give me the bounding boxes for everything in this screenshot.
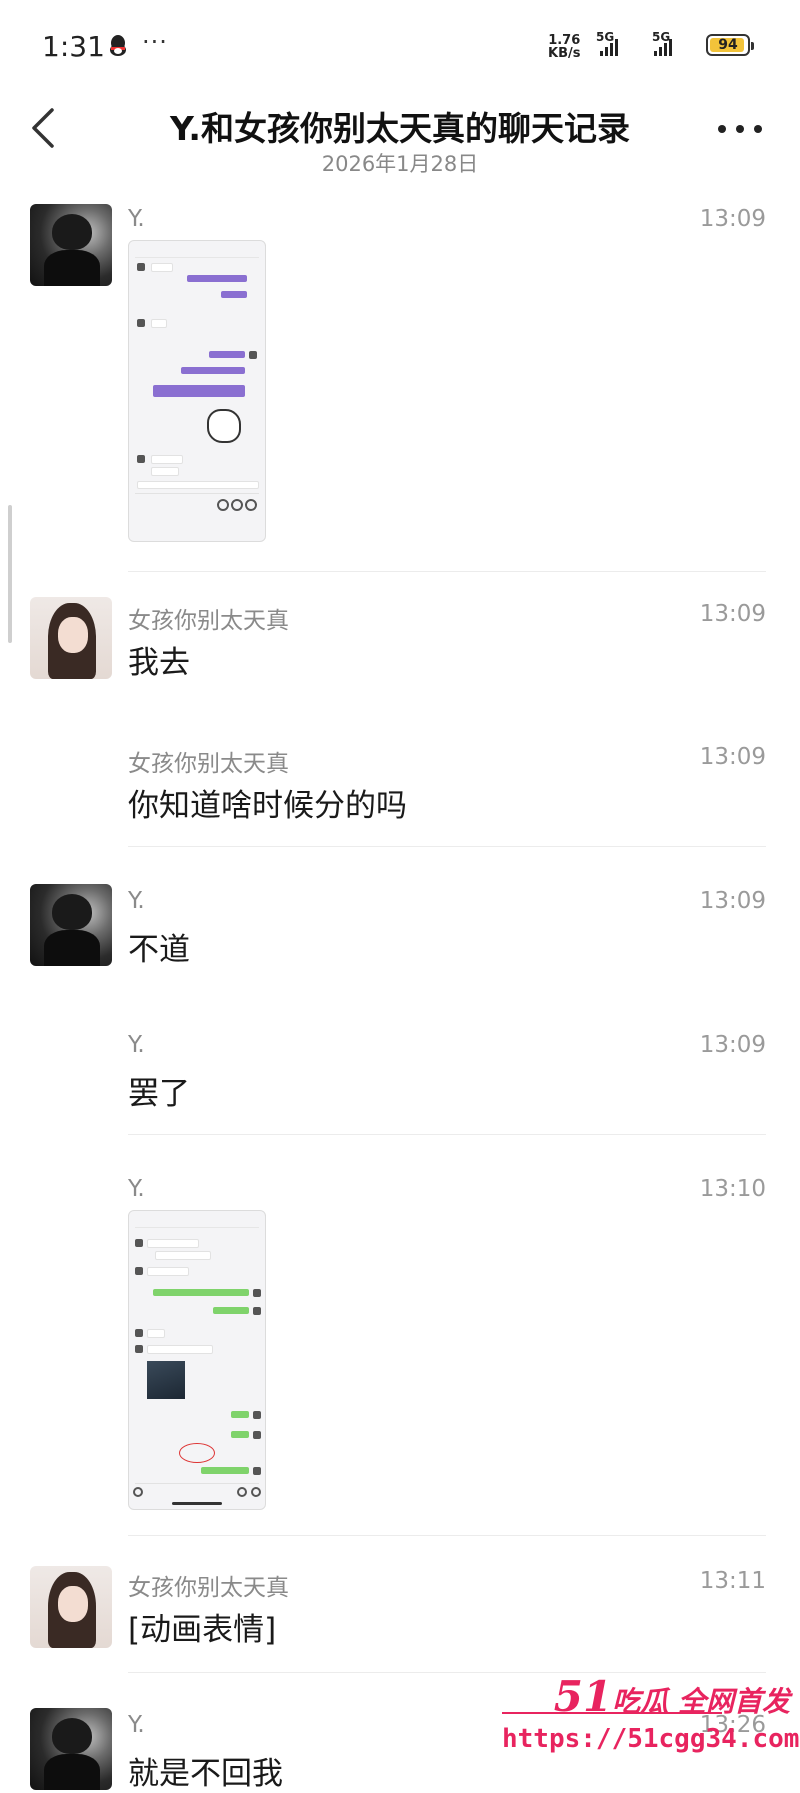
page-title: Y.和女孩你别太天真的聊天记录 xyxy=(170,109,630,148)
message-time: 13:09 xyxy=(699,1032,766,1058)
message-time: 13:10 xyxy=(699,1176,766,1202)
divider xyxy=(128,571,766,572)
divider xyxy=(128,1134,766,1135)
sender-name: Y. xyxy=(128,1032,145,1058)
avatar[interactable] xyxy=(30,597,112,679)
avatar[interactable] xyxy=(30,884,112,966)
signal-icon xyxy=(600,38,618,56)
status-bar: 1:31 ··· 1.76 KB/s 5G 5G 94 xyxy=(0,0,800,96)
message-text: 罢了 xyxy=(128,1076,190,1112)
message-time: 13:09 xyxy=(699,888,766,914)
net-speed-unit: KB/s xyxy=(548,46,581,61)
watermark-url: https://51cgg34.com xyxy=(502,1724,800,1754)
status-more-dots: ··· xyxy=(142,28,168,56)
sender-name: 女孩你别太天真 xyxy=(128,1575,289,1601)
battery-percent: 94 xyxy=(718,37,738,53)
scrollbar[interactable] xyxy=(8,505,12,643)
watermark-line xyxy=(502,1712,722,1714)
message-text: 你知道啥时候分的吗 xyxy=(128,788,407,824)
signal-icon-2 xyxy=(654,38,672,56)
status-time: 1:31 xyxy=(42,30,105,63)
message-time: 13:09 xyxy=(699,206,766,232)
message-time: 13:11 xyxy=(699,1568,766,1594)
sender-name: Y. xyxy=(128,206,145,232)
sender-name: 女孩你别太天真 xyxy=(128,751,289,777)
divider xyxy=(128,1535,766,1536)
message-text: 我去 xyxy=(128,645,190,681)
message-time: 13:09 xyxy=(699,601,766,627)
avatar[interactable] xyxy=(30,1566,112,1648)
chat-date: 2026年1月28日 xyxy=(321,152,479,176)
screenshot-image[interactable] xyxy=(128,1210,266,1510)
avatar[interactable] xyxy=(30,204,112,286)
message-time: 13:09 xyxy=(699,744,766,770)
divider xyxy=(128,846,766,847)
net-speed: 1.76 KB/s xyxy=(548,34,580,60)
more-dots-icon[interactable] xyxy=(718,114,762,144)
sender-name: Y. xyxy=(128,1712,145,1738)
screenshot-image[interactable] xyxy=(128,240,266,542)
sender-name: Y. xyxy=(128,888,145,914)
sender-name: Y. xyxy=(128,1176,145,1202)
qq-icon xyxy=(110,35,126,56)
battery-icon: 94 xyxy=(706,34,754,56)
chat-header: Y.和女孩你别太天真的聊天记录 2026年1月28日 xyxy=(0,96,800,196)
watermark: 51吃瓜 全网首发 https://51cgg34.com xyxy=(494,1672,800,1778)
message-text: 不道 xyxy=(128,932,190,968)
message-text: [动画表情] xyxy=(128,1612,277,1648)
sender-name: 女孩你别太天真 xyxy=(128,608,289,634)
message-text: 就是不回我 xyxy=(128,1756,283,1792)
